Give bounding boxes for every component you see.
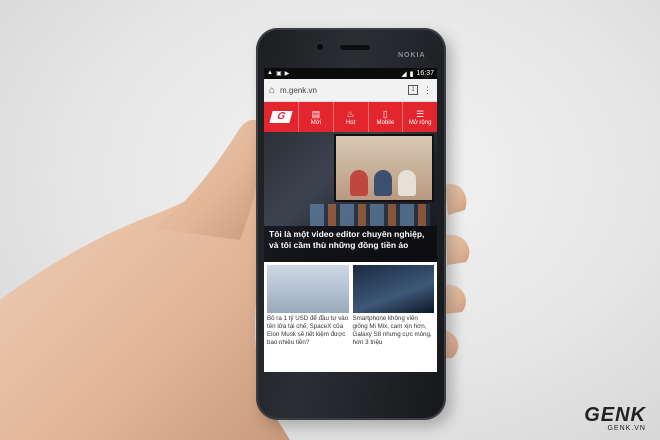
phone: NOKIA ▲ ▣ ▶ ◢ ▮ 16:37 ⌂ m.genk.vn 1 ⋮ G … bbox=[256, 28, 446, 420]
article-title[interactable]: Smartphone không viền giống Mi Mix, cam … bbox=[353, 313, 435, 347]
phone-brand: NOKIA bbox=[398, 52, 426, 59]
phone-chin bbox=[264, 374, 437, 414]
article-thumbnail[interactable] bbox=[352, 265, 434, 313]
front-camera bbox=[315, 42, 325, 52]
phone-icon: ▯ bbox=[382, 108, 388, 119]
status-time: 16:37 bbox=[416, 70, 434, 77]
play-icon: ▶ bbox=[284, 71, 290, 77]
site-logo[interactable]: G bbox=[264, 102, 298, 132]
person-figure bbox=[350, 170, 368, 196]
article-cards: Bỏ ra 1 tỷ USD để đầu tư vào tên lửa tái… bbox=[264, 262, 437, 347]
menu-icon: ☰ bbox=[416, 108, 425, 119]
battery-icon: ▮ bbox=[409, 70, 414, 78]
article-card[interactable]: Bỏ ra 1 tỷ USD để đầu tư vào tên lửa tái… bbox=[267, 265, 349, 347]
flame-icon: ♨ bbox=[346, 108, 355, 119]
watermark: GENK GENK.VN bbox=[584, 404, 646, 432]
nav-label: Hot bbox=[345, 119, 356, 126]
more-menu-icon[interactable]: ⋮ bbox=[423, 85, 432, 96]
nav-item-mobile[interactable]: ▯ Mobile bbox=[367, 102, 403, 132]
person-figure bbox=[374, 170, 392, 196]
document-icon: ▤ bbox=[311, 108, 321, 119]
article-thumbnail[interactable] bbox=[267, 265, 349, 313]
nav-item-moi[interactable]: ▤ Mới bbox=[298, 102, 333, 132]
hero-headline[interactable]: Tôi là một video editor chuyên nghiệp, v… bbox=[264, 226, 437, 262]
url-text[interactable]: m.genk.vn bbox=[280, 86, 403, 95]
notification-icons: ▲ ▣ ▶ bbox=[267, 70, 289, 77]
status-bar: ▲ ▣ ▶ ◢ ▮ 16:37 bbox=[264, 68, 437, 79]
earpiece-speaker bbox=[340, 45, 370, 50]
phone-screen: ▲ ▣ ▶ ◢ ▮ 16:37 ⌂ m.genk.vn 1 ⋮ G ▤ Mới … bbox=[264, 68, 437, 372]
warning-icon: ▲ bbox=[267, 70, 273, 76]
nav-label: Mobile bbox=[376, 119, 395, 126]
watermark-brand: GENK bbox=[584, 404, 646, 426]
hero-image-timeline bbox=[310, 204, 430, 226]
hero-article[interactable]: Tôi là một video editor chuyên nghiệp, v… bbox=[264, 132, 437, 262]
genk-logo-icon: G bbox=[269, 111, 293, 123]
nav-item-mo-rong[interactable]: ☰ Mở rộng bbox=[402, 102, 437, 132]
signal-icon: ◢ bbox=[401, 70, 407, 78]
article-title[interactable]: Bỏ ra 1 tỷ USD để đầu tư vào tên lửa tái… bbox=[267, 313, 349, 347]
browser-url-bar[interactable]: ⌂ m.genk.vn 1 ⋮ bbox=[264, 79, 437, 102]
nav-item-hot[interactable]: ♨ Hot bbox=[332, 102, 368, 132]
nav-label: Mới bbox=[310, 119, 321, 126]
article-card[interactable]: Smartphone không viền giống Mi Mix, cam … bbox=[352, 265, 435, 347]
tab-count-icon[interactable]: 1 bbox=[408, 85, 418, 95]
person-figure bbox=[398, 170, 416, 196]
site-navigation: G ▤ Mới ♨ Hot ▯ Mobile ☰ Mở rộng bbox=[264, 102, 437, 132]
hero-image-monitor bbox=[334, 134, 434, 202]
home-icon[interactable]: ⌂ bbox=[269, 85, 275, 96]
image-icon: ▣ bbox=[275, 71, 282, 77]
nav-label: Mở rộng bbox=[408, 119, 432, 126]
